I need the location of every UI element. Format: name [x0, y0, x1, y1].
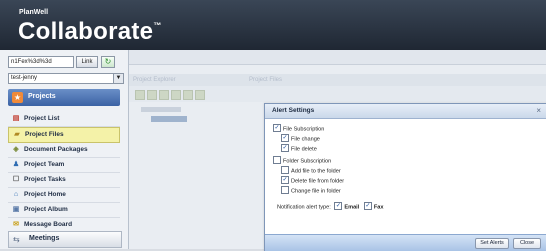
close-button[interactable]: Close — [513, 238, 541, 249]
meetings-icon: ⇆ — [13, 235, 20, 244]
sidebar-item-project-team[interactable]: ♟ Project Team — [8, 158, 120, 173]
toolbar-icon[interactable] — [135, 90, 145, 100]
album-icon: ▣ — [12, 206, 20, 213]
email-checkbox[interactable]: ✓ — [334, 202, 343, 210]
trademark-mark: ™ — [153, 21, 162, 30]
project-select-value: test-jenny — [11, 75, 38, 81]
team-icon: ♟ — [12, 161, 20, 168]
sidebar-item-label: Project List — [24, 115, 60, 122]
home-icon: ⌂ — [13, 191, 19, 198]
set-alerts-button[interactable]: Set Alerts — [475, 238, 509, 249]
folder-subscription-checkbox[interactable] — [273, 156, 281, 164]
projects-menu: ▤ Project List ▰ Project Files ◈ Documen… — [8, 112, 120, 233]
notification-type-row: Notification alert type: ✓ Email ✓ Fax — [277, 202, 384, 211]
projects-section-header[interactable]: ★ Projects — [8, 89, 120, 106]
sidebar-item-project-files[interactable]: ▰ Project Files — [8, 127, 120, 143]
meetings-label: Meetings — [29, 235, 60, 242]
fax-label: Fax — [373, 204, 384, 211]
brand-title: Collaborate™ — [18, 18, 162, 45]
sidebar-item-label: Message Board — [24, 221, 73, 228]
change-file-checkbox[interactable] — [281, 186, 289, 194]
change-file-option[interactable]: Change file in folder — [281, 186, 341, 195]
toolbar-icon[interactable] — [147, 90, 157, 100]
sidebar-item-label: Document Packages — [24, 146, 88, 153]
close-icon[interactable]: × — [536, 106, 541, 115]
notification-label: Notification alert type: — [277, 204, 331, 211]
url-field[interactable]: n1Fex%3d%3d — [8, 56, 74, 68]
sidebar-item-label: Project Home — [24, 191, 66, 198]
tree-node-root[interactable] — [141, 107, 181, 112]
refresh-icon[interactable]: ↻ — [101, 56, 115, 68]
brand-prefix: PlanWell — [19, 9, 49, 16]
sidebar: n1Fex%3d%3d Link ↻ test-jenny ▼ ★ Projec… — [0, 50, 129, 249]
toolbar-icon[interactable] — [195, 90, 205, 100]
message-icon: ✉ — [13, 221, 19, 228]
fax-checkbox[interactable]: ✓ — [363, 202, 372, 210]
content-tab-bar — [129, 50, 546, 65]
list-icon: ▤ — [12, 115, 20, 122]
sidebar-item-label: Project Team — [24, 161, 65, 168]
alert-settings-dialog: Alert Settings × ✓ File Subscription ✓ Fil… — [264, 103, 546, 251]
toolbar-icon[interactable] — [171, 90, 181, 100]
tree-node-selected[interactable] — [151, 116, 187, 122]
sidebar-item-project-tasks[interactable]: ☐ Project Tasks — [8, 173, 120, 188]
toolbar-icon[interactable] — [159, 90, 169, 100]
sidebar-item-project-album[interactable]: ▣ Project Album — [8, 203, 120, 218]
email-label: Email — [344, 204, 360, 211]
toolbar-icon[interactable] — [183, 90, 193, 100]
dialog-footer: Set Alerts Close — [265, 234, 546, 251]
dialog-title: Alert Settings — [272, 107, 315, 114]
add-file-option[interactable]: Add file to the folder — [281, 166, 341, 175]
delete-file-checkbox[interactable]: ✓ — [281, 176, 289, 184]
package-icon: ◈ — [13, 146, 19, 153]
file-change-checkbox[interactable]: ✓ — [281, 134, 289, 142]
project-select[interactable]: test-jenny ▼ — [8, 73, 124, 84]
files-title: Project Files — [249, 77, 283, 83]
file-delete-option[interactable]: ✓ File delete — [281, 144, 317, 153]
sidebar-item-project-list[interactable]: ▤ Project List — [8, 112, 120, 127]
sidebar-item-project-home[interactable]: ⌂ Project Home — [8, 188, 120, 203]
folder-icon: ▰ — [14, 131, 20, 138]
add-file-checkbox[interactable] — [281, 166, 289, 174]
tasks-icon: ☐ — [12, 176, 20, 183]
link-button[interactable]: Link — [76, 56, 98, 68]
projects-icon: ★ — [12, 92, 23, 103]
projects-label: Projects — [28, 93, 56, 100]
file-subscription-option[interactable]: ✓ File Subscription — [273, 124, 324, 133]
url-row: n1Fex%3d%3d Link ↻ — [8, 56, 124, 68]
folder-subscription-option[interactable]: Folder Subscription — [273, 156, 331, 165]
file-subscription-checkbox[interactable]: ✓ — [273, 124, 281, 132]
file-delete-checkbox[interactable]: ✓ — [281, 144, 289, 152]
delete-file-option[interactable]: ✓ Delete file from folder — [281, 176, 344, 185]
file-change-option[interactable]: ✓ File change — [281, 134, 320, 143]
chevron-down-icon: ▼ — [113, 74, 123, 83]
sidebar-item-label: Project Tasks — [24, 176, 66, 183]
sidebar-item-meetings[interactable]: ⇆ Meetings — [8, 231, 122, 248]
dialog-titlebar: Alert Settings × — [265, 104, 546, 119]
explorer-title: Project Explorer — [133, 77, 176, 83]
sidebar-item-label: Project Album — [24, 206, 68, 213]
app-header: PlanWell Collaborate™ — [0, 0, 546, 50]
sidebar-item-document-packages[interactable]: ◈ Document Packages — [8, 143, 120, 158]
sidebar-item-label: Project Files — [25, 131, 64, 138]
